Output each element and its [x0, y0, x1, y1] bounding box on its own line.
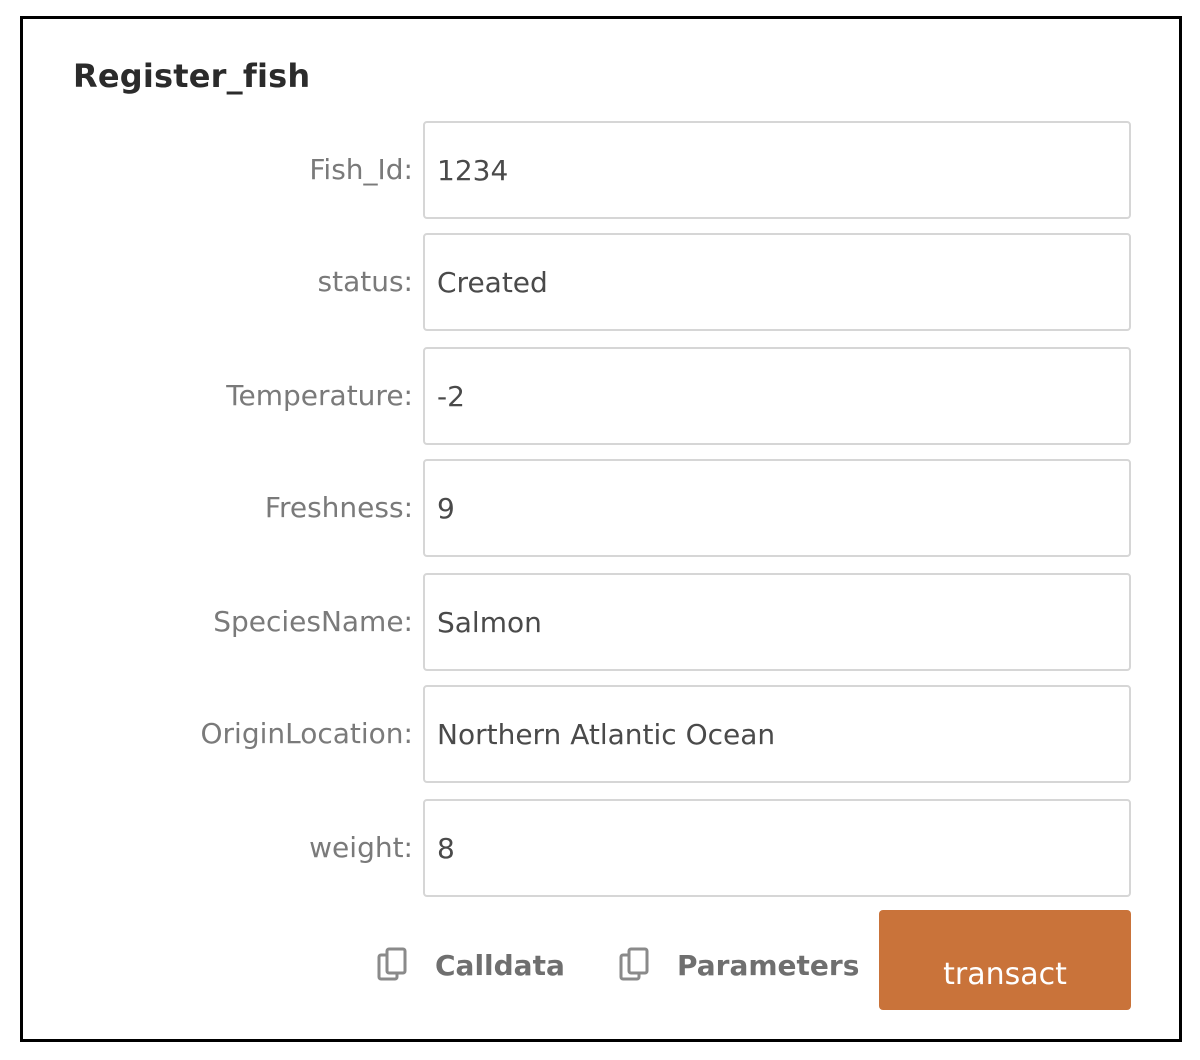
field-row-weight: weight: — [23, 799, 1185, 897]
fish-id-label: Fish_Id: — [309, 153, 413, 186]
copy-calldata-button[interactable]: Calldata — [377, 939, 565, 991]
weight-input[interactable] — [423, 799, 1131, 897]
field-row-fish-id: Fish_Id: — [23, 121, 1185, 219]
status-input[interactable] — [423, 233, 1131, 331]
fish-id-input[interactable] — [423, 121, 1131, 219]
transact-button[interactable]: transact — [879, 910, 1131, 1010]
temperature-input[interactable] — [423, 347, 1131, 445]
field-row-species-name: SpeciesName: — [23, 573, 1185, 671]
copy-icon — [619, 947, 653, 983]
calldata-label: Calldata — [435, 948, 565, 982]
freshness-input[interactable] — [423, 459, 1131, 557]
origin-location-input[interactable] — [423, 685, 1131, 783]
weight-label: weight: — [309, 831, 413, 864]
copy-icon — [377, 947, 411, 983]
field-row-origin-location: OriginLocation: — [23, 685, 1185, 783]
freshness-label: Freshness: — [264, 491, 413, 524]
temperature-label: Temperature: — [226, 379, 413, 412]
origin-location-label: OriginLocation: — [200, 717, 414, 750]
register-fish-panel: Register_fish Fish_Id: status: Temperatu… — [20, 16, 1182, 1042]
parameters-label: Parameters — [677, 948, 860, 982]
status-label: status: — [317, 265, 413, 298]
species-name-input[interactable] — [423, 573, 1131, 671]
field-row-temperature: Temperature: — [23, 347, 1185, 445]
field-row-freshness: Freshness: — [23, 459, 1185, 557]
copy-parameters-button[interactable]: Parameters — [619, 939, 859, 991]
species-name-label: SpeciesName: — [213, 605, 413, 638]
field-row-status: status: — [23, 233, 1185, 331]
panel-title: Register_fish — [73, 57, 311, 95]
